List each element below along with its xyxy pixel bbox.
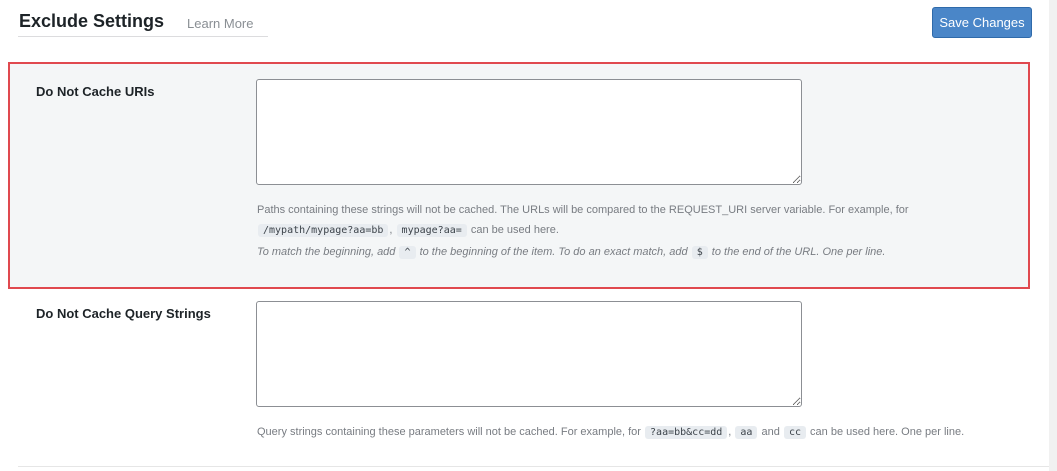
query-strings-description-pre: Query strings containing these parameter…	[257, 426, 641, 438]
query-strings-description-post: can be used here. One per line.	[810, 426, 965, 438]
uris-example: /mypath/mypage?aa=bb, mypage?aa= can be …	[257, 222, 559, 239]
do-not-cache-uris-textarea[interactable]	[256, 79, 802, 185]
do-not-cache-uris-label: Do Not Cache URIs	[36, 84, 155, 99]
uris-match-hint-post: to the end of the URL. One per line.	[711, 246, 886, 258]
learn-more-link[interactable]: Learn More	[187, 16, 253, 31]
query-strings-description: Query strings containing these parameter…	[257, 424, 964, 441]
uris-description-text: Paths containing these strings will not …	[257, 204, 909, 216]
section-bottom-divider	[18, 466, 1049, 467]
dollar-code: $	[691, 246, 708, 259]
query-example-code-1: ?aa=bb&cc=dd	[645, 426, 728, 439]
uris-example-code-1: /mypath/mypage?aa=bb	[258, 224, 389, 237]
caret-code: ^	[399, 246, 416, 259]
section-header: Exclude Settings Learn More	[18, 0, 268, 37]
uris-example-text: can be used here.	[470, 224, 559, 236]
uris-description: Paths containing these strings will not …	[257, 202, 909, 218]
uris-match-hint: To match the beginning, add ^ to the beg…	[257, 244, 885, 261]
uris-match-hint-mid: to the beginning of the item. To do an e…	[419, 246, 688, 258]
settings-page: Exclude Settings Learn More Save Changes…	[0, 0, 1049, 471]
query-example-separator: ,	[728, 426, 732, 438]
save-changes-button[interactable]: Save Changes	[932, 7, 1032, 38]
do-not-cache-query-strings-textarea[interactable]	[256, 301, 802, 407]
page-title: Exclude Settings	[19, 11, 165, 31]
query-example-code-3: cc	[783, 426, 806, 439]
query-example-and: and	[761, 426, 780, 438]
query-example-code-2: aa	[735, 426, 758, 439]
uris-match-hint-pre: To match the beginning, add	[257, 246, 396, 258]
page-background-gutter	[1049, 0, 1057, 471]
uris-example-code-2: mypage?aa=	[396, 224, 467, 237]
do-not-cache-query-strings-label: Do Not Cache Query Strings	[36, 306, 211, 321]
uris-example-separator: ,	[389, 224, 393, 236]
